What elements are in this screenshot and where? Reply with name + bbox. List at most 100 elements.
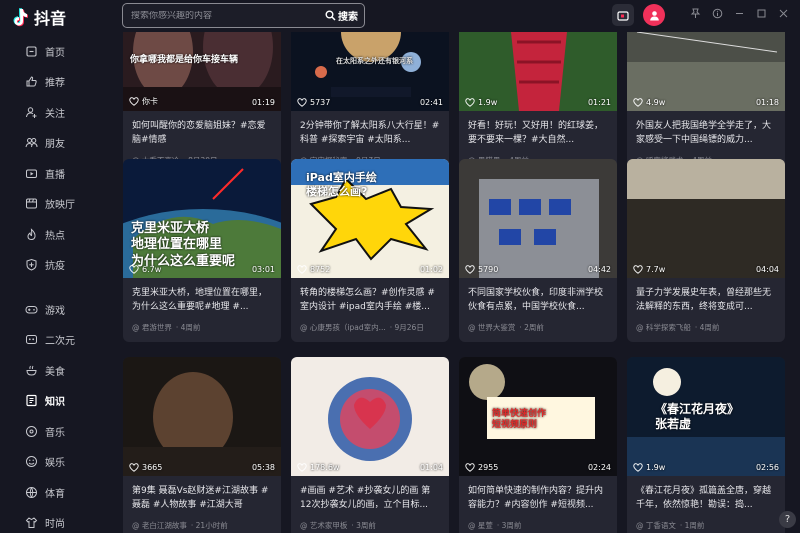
sidebar-item-14[interactable]: 体育 xyxy=(0,477,104,508)
author-name[interactable]: @ 艺术家甲板 xyxy=(300,520,347,533)
video-thumbnail[interactable]: 5790 04:42 xyxy=(459,159,617,278)
sidebar-item-label: 娱乐 xyxy=(45,458,65,470)
video-title[interactable]: 第9集 聂磊Vs赵财迷#江湖故事 #聂磊 #人物故事 #江湖大哥 xyxy=(123,476,281,514)
live-tv-icon xyxy=(25,167,38,180)
video-duration: 01:21 xyxy=(587,98,611,107)
video-thumbnail[interactable]: 克里米亚大桥 地理位置在哪里 为什么这么重要呢 6.7w 03:01 xyxy=(123,159,281,278)
video-card[interactable]: 《春江花月夜》 张若虚 1.9w 02:56 《春江花月夜》孤篇盖全唐，穿越千年，依然… xyxy=(627,357,785,533)
maximize-icon[interactable] xyxy=(754,6,769,21)
help-button[interactable]: ? xyxy=(779,511,796,528)
post-time: · 2周前 xyxy=(519,323,544,332)
sidebar-item-15[interactable]: 时尚 xyxy=(0,508,104,533)
video-feed: 你拿哪我都是给你车接车辆你卡 01:19 如何叫醒你的恋爱脑姐妹？#恋爱脑#情感 @ … xyxy=(104,32,800,533)
sidebar-item-7[interactable]: 抗疫 xyxy=(0,250,104,281)
sidebar-item-10[interactable]: 美食 xyxy=(0,355,104,386)
thumbnail-caption: iPad室内手绘 楼梯怎么画? xyxy=(306,171,377,198)
sidebar-item-2[interactable]: 关注 xyxy=(0,97,104,128)
sidebar-item-label: 推荐 xyxy=(45,78,65,90)
video-card[interactable]: 在太阳系之外还有银河系 5737 02:41 2分钟带你了解太阳系八大行星！#科普 #… xyxy=(291,32,449,175)
search-button[interactable]: 搜索 xyxy=(325,8,364,23)
app-logo[interactable]: 抖音 xyxy=(12,5,66,29)
author-name[interactable]: @ 世界大鉴赏 xyxy=(468,322,515,342)
video-title[interactable]: 《春江花月夜》孤篇盖全唐，穿越千年，依然惊艳！勘误：捣... xyxy=(627,476,785,514)
sidebar-item-8[interactable]: 游戏 xyxy=(0,294,104,325)
sidebar-item-12[interactable]: 音乐 xyxy=(0,416,104,447)
author-name[interactable]: @ 星萱 xyxy=(468,520,493,533)
video-title[interactable]: 外国友人把我国绝学全学走了，大家感受一下中国绳镖的威力... xyxy=(627,111,785,149)
video-card[interactable]: 克里米亚大桥 地理位置在哪里 为什么这么重要呢 6.7w 03:01 克里米亚大桥，地… xyxy=(123,159,281,342)
video-title[interactable]: 如何简单快速的制作内容？提升内容能力？#内容创作 #短视频... xyxy=(459,476,617,514)
info-icon[interactable] xyxy=(710,6,725,21)
live-tv-button[interactable] xyxy=(612,4,634,26)
video-card[interactable]: 178.6w 01:04 #画画 #艺术 #抄袭女儿的画 第12次抄袭女儿的画，立个… xyxy=(291,357,449,533)
video-card[interactable]: 你拿哪我都是给你车接车辆你卡01:19如何叫醒你的恋爱脑姐妹？#恋爱脑#情感@ … xyxy=(123,32,281,175)
sidebar-item-0[interactable]: 首页 xyxy=(0,36,104,67)
video-title[interactable]: 转角的楼梯怎么画？#创作灵感 #室内设计 #ipad室内手绘 #楼... xyxy=(291,278,449,316)
close-icon[interactable] xyxy=(776,6,791,21)
sidebar-item-5[interactable]: 放映厅 xyxy=(0,189,104,220)
heart-icon xyxy=(297,98,307,107)
top-bar: 抖音 搜索 xyxy=(0,0,800,32)
like-count-label: 6.7w xyxy=(142,265,162,274)
author-name[interactable]: @ 丁香语文 xyxy=(636,520,676,533)
heart-icon xyxy=(465,98,475,107)
video-thumbnail[interactable]: 3665 05:38 xyxy=(123,357,281,476)
search-button-label: 搜索 xyxy=(338,12,358,23)
search-input[interactable] xyxy=(123,10,325,21)
pin-icon[interactable] xyxy=(688,6,703,21)
video-thumbnail[interactable]: 178.6w 01:04 xyxy=(291,357,449,476)
sidebar-item-4[interactable]: 直播 xyxy=(0,158,104,189)
video-card[interactable]: 简单快速创作 短视频原则 2955 02:24 如何简单快速的制作内容？提升内容能力？… xyxy=(459,357,617,533)
thumbnail-image xyxy=(627,159,785,278)
sidebar-item-6[interactable]: 热点 xyxy=(0,219,104,250)
sidebar-item-3[interactable]: 朋友 xyxy=(0,128,104,159)
video-thumbnail[interactable]: 简单快速创作 短视频原则 2955 02:24 xyxy=(459,357,617,476)
video-thumbnail[interactable]: 1.9w 01:21 xyxy=(459,32,617,111)
video-card[interactable]: 1.9w01:21好看！好玩！又好用！的红球姜，要不要来一棵？#大自然...@ … xyxy=(459,32,617,175)
video-duration: 01:18 xyxy=(755,98,779,107)
video-card[interactable]: iPad室内手绘 楼梯怎么画? 8752 01:02 转角的楼梯怎么画？#创作灵感 #… xyxy=(291,159,449,342)
author-name[interactable]: @ 君游世界 xyxy=(132,322,172,342)
video-card[interactable]: 5790 04:42 不同国家学校伙食，印度非洲学校伙食有点累，中国学校伙食... @… xyxy=(459,159,617,342)
sidebar-item-13[interactable]: 娱乐 xyxy=(0,447,104,478)
like-count: 你卡 xyxy=(129,96,158,107)
music-disc-icon xyxy=(25,425,38,438)
video-card[interactable]: 4.9w01:18外国友人把我国绝学全学走了，大家感受一下中国绳镖的威力...@… xyxy=(627,32,785,175)
user-avatar[interactable] xyxy=(643,4,665,26)
author-name[interactable]: @ 心康男孩（ipad室内... xyxy=(300,322,386,342)
thumbnail-caption: 你拿哪我都是给你车接车辆 xyxy=(130,55,239,65)
author-name[interactable]: @ 科学探索飞船 xyxy=(636,322,691,342)
sidebar-item-label: 朋友 xyxy=(45,139,65,151)
video-card[interactable]: 3665 05:38 第9集 聂磊Vs赵财迷#江湖故事 #聂磊 #人物故事 #江湖大… xyxy=(123,357,281,533)
sidebar-item-1[interactable]: 推荐 xyxy=(0,67,104,98)
sidebar-item-label: 音乐 xyxy=(45,427,65,439)
video-meta: @ 君游世界 · 4周前 xyxy=(123,316,281,342)
video-card[interactable]: 7.7w 04:04 量子力学发展史年表，曾经那些无法解释的东西，终将变成可... @… xyxy=(627,159,785,342)
video-duration: 04:04 xyxy=(755,265,779,274)
video-title[interactable]: 2分钟带你了解太阳系八大行星！#科普 #探索宇宙 #太阳系... xyxy=(291,111,449,149)
video-title[interactable]: 克里米亚大桥，地理位置在哪里，为什么这么重要呢#地理 #... xyxy=(123,278,281,316)
minimize-icon[interactable] xyxy=(732,6,747,21)
search-icon xyxy=(325,10,336,21)
video-thumbnail[interactable]: 《春江花月夜》 张若虚 1.9w 02:56 xyxy=(627,357,785,476)
video-title[interactable]: 如何叫醒你的恋爱脑姐妹？#恋爱脑#情感 xyxy=(123,111,281,149)
video-thumbnail[interactable]: iPad室内手绘 楼梯怎么画? 8752 01:02 xyxy=(291,159,449,278)
video-title[interactable]: 不同国家学校伙食，印度非洲学校伙食有点累，中国学校伙食... xyxy=(459,278,617,316)
video-thumbnail[interactable]: 4.9w 01:18 xyxy=(627,32,785,111)
tv-character-icon xyxy=(25,333,38,346)
app-title: 抖音 xyxy=(34,9,67,28)
video-thumbnail[interactable]: 在太阳系之外还有银河系 5737 02:41 xyxy=(291,32,449,111)
video-thumbnail[interactable]: 7.7w 04:04 xyxy=(627,159,785,278)
sidebar-item-11[interactable]: 知识 xyxy=(0,386,104,417)
video-thumbnail[interactable]: 你拿哪我都是给你车接车辆 你卡 01:19 xyxy=(123,32,281,111)
cinema-icon xyxy=(25,197,38,210)
sidebar-item-9[interactable]: 二次元 xyxy=(0,325,104,356)
tv-icon xyxy=(617,10,629,21)
like-count-label: 5737 xyxy=(310,98,331,107)
video-title[interactable]: 量子力学发展史年表，曾经那些无法解释的东西，终将变成可... xyxy=(627,278,785,316)
video-title[interactable]: 好看！好玩！又好用！的红球姜，要不要来一棵？#大自然... xyxy=(459,111,617,149)
author-name[interactable]: @ 老白江湖故事 xyxy=(132,520,187,533)
video-title[interactable]: #画画 #艺术 #抄袭女儿的画 第12次抄袭女儿的画，立个目标... xyxy=(291,476,449,514)
video-meta: @ 丁香语文 · 1周前 xyxy=(627,514,785,533)
thumbnail-caption: 《春江花月夜》 张若虚 xyxy=(655,402,740,431)
